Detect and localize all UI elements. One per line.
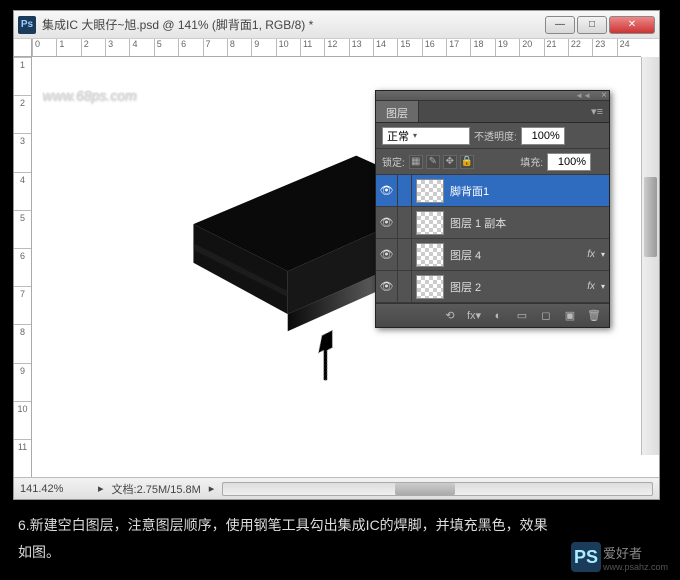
new-layer-icon[interactable]: ▣ [561,308,579,324]
watermark: www.68ps.com [42,87,136,103]
statusbar: 141.42% ▸ 文档:2.75M/15.8M ▸ [14,477,659,499]
panel-grip[interactable]: × [376,91,609,101]
chevron-down-icon[interactable]: ▾ [601,250,609,259]
lock-transparency-icon[interactable]: ▦ [409,155,423,169]
logo-text: 爱好者 [603,543,668,562]
layer-row[interactable]: 👁 图层 2 fx▾ [376,271,609,303]
layer-thumbnail[interactable] [416,179,444,203]
opacity-flyout-icon[interactable]: ▸ [573,131,577,140]
mask-icon[interactable]: ◐ [489,308,507,324]
titlebar: Ps 集成IC 大眼仔~旭.psd @ 141% (脚背面1, RGB/8) *… [14,11,659,39]
adjustment-icon[interactable]: ▭ [513,308,531,324]
lock-pixels-icon[interactable]: ✎ [426,155,440,169]
layer-name[interactable]: 图层 4 [448,247,587,263]
opacity-input[interactable]: 100% [521,127,565,145]
layer-row[interactable]: 👁 脚背面1 [376,175,609,207]
scroll-thumb-h[interactable] [395,483,455,495]
zoom-level[interactable]: 141.42% [20,483,90,495]
logo-url: www.psahz.com [603,562,668,572]
fill-flyout-icon[interactable]: ▸ [599,157,603,166]
fill-label: 填充: [520,154,543,169]
layer-thumbnail[interactable] [416,275,444,299]
layer-name[interactable]: 图层 2 [448,279,587,295]
layer-row[interactable]: 👁 图层 1 副本 [376,207,609,239]
panel-close-icon[interactable]: × [601,90,607,101]
fx-icon[interactable]: fx▾ [465,308,483,324]
app-icon: Ps [18,16,36,34]
visibility-icon[interactable]: 👁 [376,271,398,302]
visibility-icon[interactable]: 👁 [376,207,398,238]
tutorial-caption: 6.新建空白图层，注意图层顺序，使用钢笔工具勾出集成IC的焊脚，并填充黑色，效果… [18,512,560,565]
chevron-right-icon[interactable]: ▸ [98,482,104,495]
tab-layers[interactable]: 图层 [376,101,419,122]
lock-label: 锁定: [382,154,405,169]
layer-thumbnail[interactable] [416,243,444,267]
ruler-corner [14,39,32,57]
site-logo: PS 爱好者 www.psahz.com [571,542,668,572]
fx-badge[interactable]: fx [587,249,601,260]
lock-icons: ▦ ✎ ✥ 🔒 [409,155,474,169]
window-controls: — □ ✕ [545,16,655,34]
link-layers-icon[interactable]: ⟲ [441,308,459,324]
document-title: 集成IC 大眼仔~旭.psd @ 141% (脚背面1, RGB/8) * [42,16,545,33]
chevron-down-icon[interactable]: ▾ [601,282,609,291]
panel-footer: ⟲ fx▾ ◐ ▭ ◻ ▣ 🗑 [376,303,609,327]
fx-badge[interactable]: fx [587,281,601,292]
ps-badge-icon: PS [571,542,601,572]
group-icon[interactable]: ◻ [537,308,555,324]
ruler-horizontal: 0123456789101112131415161718192021222324 [32,39,641,57]
layer-name[interactable]: 脚背面1 [448,183,609,199]
trash-icon[interactable]: 🗑 [585,308,603,324]
blend-row: 正常▾ 不透明度: 100% ▸ [376,123,609,149]
scroll-thumb-v[interactable] [644,177,657,257]
visibility-icon[interactable]: 👁 [376,175,398,206]
layers-panel[interactable]: × 图层 ▾≡ 正常▾ 不透明度: 100% ▸ 锁定: ▦ ✎ ✥ 🔒 填充:… [375,90,610,328]
opacity-label: 不透明度: [474,128,517,143]
visibility-icon[interactable]: 👁 [376,239,398,270]
fill-input[interactable]: 100% [547,153,591,171]
panel-menu-icon[interactable]: ▾≡ [585,101,609,122]
doc-size: 文档:2.75M/15.8M [112,481,201,497]
layer-name[interactable]: 图层 1 副本 [448,215,609,231]
lock-row: 锁定: ▦ ✎ ✥ 🔒 填充: 100% ▸ [376,149,609,175]
maximize-button[interactable]: □ [577,16,607,34]
blend-mode-select[interactable]: 正常▾ [382,127,470,145]
layer-row[interactable]: 👁 图层 4 fx▾ [376,239,609,271]
chevron-right-icon[interactable]: ▸ [209,482,215,495]
minimize-button[interactable]: — [545,16,575,34]
scrollbar-vertical[interactable] [641,57,659,455]
close-button[interactable]: ✕ [609,16,655,34]
lock-position-icon[interactable]: ✥ [443,155,457,169]
panel-tabs: 图层 ▾≡ [376,101,609,123]
ruler-vertical: 1234567891011 [14,57,32,477]
layer-thumbnail[interactable] [416,211,444,235]
layer-list: 👁 脚背面1 👁 图层 1 副本 👁 图层 4 fx▾ 👁 图层 2 fx▾ [376,175,609,303]
lock-all-icon[interactable]: 🔒 [460,155,474,169]
scrollbar-horizontal[interactable] [222,482,653,496]
